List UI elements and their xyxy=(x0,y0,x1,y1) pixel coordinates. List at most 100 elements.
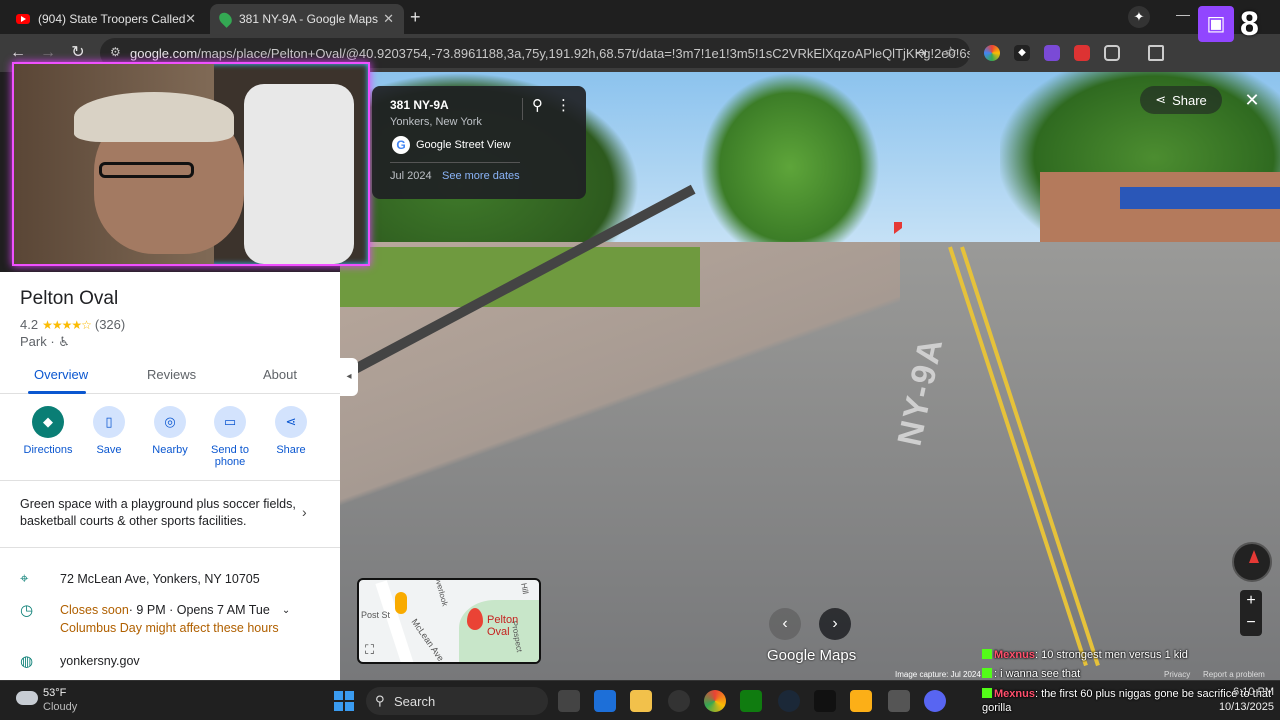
address-row[interactable]: ⌖ 72 McLean Ave, Yonkers, NY 10705 xyxy=(20,570,260,587)
chat-username: Mexnus xyxy=(994,649,1035,661)
windows-start-icon[interactable] xyxy=(334,691,354,711)
7zip-icon[interactable] xyxy=(888,690,910,712)
search-label: Search xyxy=(394,693,436,709)
website: yonkersny.gov xyxy=(60,654,140,668)
see-more-dates-link[interactable]: See more dates xyxy=(442,170,520,182)
discord-icon[interactable] xyxy=(924,690,946,712)
share-icon: ⋖ xyxy=(1155,92,1167,107)
map-pin-icon[interactable]: ⚲ xyxy=(532,96,543,114)
gaming-chair xyxy=(244,84,354,264)
tab-google-maps[interactable]: 381 NY-9A - Google Maps ✕ xyxy=(210,4,404,34)
chat-message: Mexnus: the first 60 plus niggas gone be… xyxy=(982,687,1277,715)
close-street-view-icon[interactable]: ✕ xyxy=(1238,86,1266,114)
save-button[interactable]: ▯ Save xyxy=(77,404,141,456)
site-info-icon[interactable]: ⚙ xyxy=(110,45,121,59)
bookmark-icon: ▯ xyxy=(93,406,125,438)
hours-detail: · 9 PM · Opens 7 AM Tue xyxy=(128,603,270,617)
report-problem-link[interactable]: Report a problem xyxy=(1203,670,1265,679)
forward-icon[interactable]: → xyxy=(38,43,58,63)
tab-youtube[interactable]: (904) State Troopers Called to S ✕ xyxy=(6,4,206,34)
twitch-icon: ▣ xyxy=(1198,6,1234,42)
minimize-icon[interactable]: — xyxy=(1176,6,1190,22)
weather-condition[interactable]: Cloudy xyxy=(43,701,77,713)
send-to-phone-button[interactable]: ▭ Send to phone xyxy=(198,404,262,468)
compass-needle xyxy=(1249,550,1259,563)
street-label: Hill xyxy=(519,582,530,595)
nearby-icon: ◎ xyxy=(154,406,186,438)
google-maps-logo: Google Maps xyxy=(767,647,857,664)
zoom-in-button[interactable]: + xyxy=(1240,590,1262,612)
task-view-icon[interactable] xyxy=(558,690,580,712)
extension-twitch-icon[interactable] xyxy=(1044,45,1060,61)
tab-overview[interactable]: Overview xyxy=(34,367,88,382)
share-button[interactable]: ⋖ Share xyxy=(1140,86,1222,114)
street-view-info-card: 381 NY-9A Yonkers, New York ⚲ ⋮ G Google… xyxy=(372,86,586,199)
close-tab-icon[interactable]: ✕ xyxy=(383,11,394,27)
reload-icon[interactable]: ↻ xyxy=(68,43,88,63)
place-description[interactable]: Green space with a playground plus socce… xyxy=(20,496,300,530)
image-capture-label: Image capture: Jul 2024 xyxy=(895,670,981,679)
divider xyxy=(522,98,523,120)
chevron-down-icon[interactable]: ⌄ xyxy=(282,605,290,616)
review-count[interactable]: (326) xyxy=(95,317,125,332)
chrome-icon[interactable] xyxy=(704,690,726,712)
steam-icon[interactable] xyxy=(778,690,800,712)
next-arrow-button[interactable]: › xyxy=(819,608,851,640)
compass-icon[interactable] xyxy=(1232,542,1272,582)
url-path: /maps/place/Pelton+Oval/@40.9203754,-73.… xyxy=(197,45,970,61)
website-row[interactable]: ◍ yonkersny.gov xyxy=(20,652,140,670)
previous-arrow-button[interactable]: ‹ xyxy=(769,608,801,640)
back-icon[interactable]: ← xyxy=(8,43,28,63)
privacy-link[interactable]: Privacy xyxy=(1164,670,1190,679)
action-label: Directions xyxy=(23,444,73,456)
share-icon: ⋖ xyxy=(275,406,307,438)
collapse-panel-button[interactable]: ◂ xyxy=(340,358,358,396)
minimap[interactable]: Post St McLean Ave Prospect Hill Overloo… xyxy=(357,578,541,664)
share-place-button[interactable]: ⋖ Share xyxy=(259,404,323,456)
new-tab-icon[interactable]: + xyxy=(410,7,421,28)
action-label: Share xyxy=(276,444,306,456)
url-host: google.com xyxy=(130,45,198,61)
card-subtitle: Yonkers, New York xyxy=(390,116,482,128)
chat-message: : i wanna see that xyxy=(982,668,1080,680)
twitch-overlay: ▣ 8 xyxy=(1198,2,1278,46)
google-logo-icon: G xyxy=(392,136,410,154)
file-explorer-icon[interactable] xyxy=(630,690,652,712)
taskbar-search[interactable]: ⚲ Search xyxy=(366,687,548,715)
gemini-icon[interactable]: ✦ xyxy=(1128,6,1150,28)
nearby-button[interactable]: ◎ Nearby xyxy=(138,404,202,456)
divider xyxy=(390,162,520,163)
chevron-right-icon[interactable]: › xyxy=(302,504,307,520)
extension-color-icon[interactable] xyxy=(984,45,1000,61)
epic-games-icon[interactable] xyxy=(814,690,836,712)
bookmark-star-icon[interactable]: ☆ xyxy=(944,43,957,61)
extensions-puzzle-icon[interactable] xyxy=(1104,45,1120,61)
expand-icon[interactable]: ⛶ xyxy=(365,642,374,658)
source-label: Google Street View xyxy=(416,139,511,151)
capture-date: Jul 2024 xyxy=(390,170,432,182)
address: 72 McLean Ave, Yonkers, NY 10705 xyxy=(60,571,260,586)
xbox-icon[interactable] xyxy=(740,690,762,712)
hours-row[interactable]: ◷ Closes soon · 9 PM · Opens 7 AM Tue ⌄ xyxy=(20,601,290,619)
extension-diamond-icon[interactable]: ◆ xyxy=(1014,45,1030,61)
tab-reviews[interactable]: Reviews xyxy=(147,367,196,382)
tab-about[interactable]: About xyxy=(263,367,297,382)
more-options-icon[interactable]: ⋮ xyxy=(556,96,571,114)
weather-temp[interactable]: 53°F xyxy=(43,687,66,699)
zoom-out-button[interactable]: − xyxy=(1240,612,1262,634)
hours-note: Columbus Day might affect these hours xyxy=(60,621,279,635)
chat-text: : 10 strongest men versus 1 kid xyxy=(1034,649,1188,661)
microsoft-store-icon[interactable] xyxy=(594,690,616,712)
extension-red-icon[interactable] xyxy=(1074,45,1090,61)
directions-button[interactable]: ◆ Directions xyxy=(16,404,80,456)
pegman-icon xyxy=(395,592,407,614)
app-red-dot-icon[interactable] xyxy=(668,690,690,712)
install-app-icon[interactable]: ⇥ xyxy=(915,44,927,61)
close-tab-icon[interactable]: ✕ xyxy=(185,11,196,27)
divider xyxy=(0,547,340,548)
rockstar-icon[interactable] xyxy=(850,690,872,712)
search-icon: ⚲ xyxy=(375,693,385,708)
split-view-icon[interactable] xyxy=(1148,45,1164,61)
hours-status: Closes soon xyxy=(60,603,129,617)
tree-center xyxy=(700,72,880,262)
